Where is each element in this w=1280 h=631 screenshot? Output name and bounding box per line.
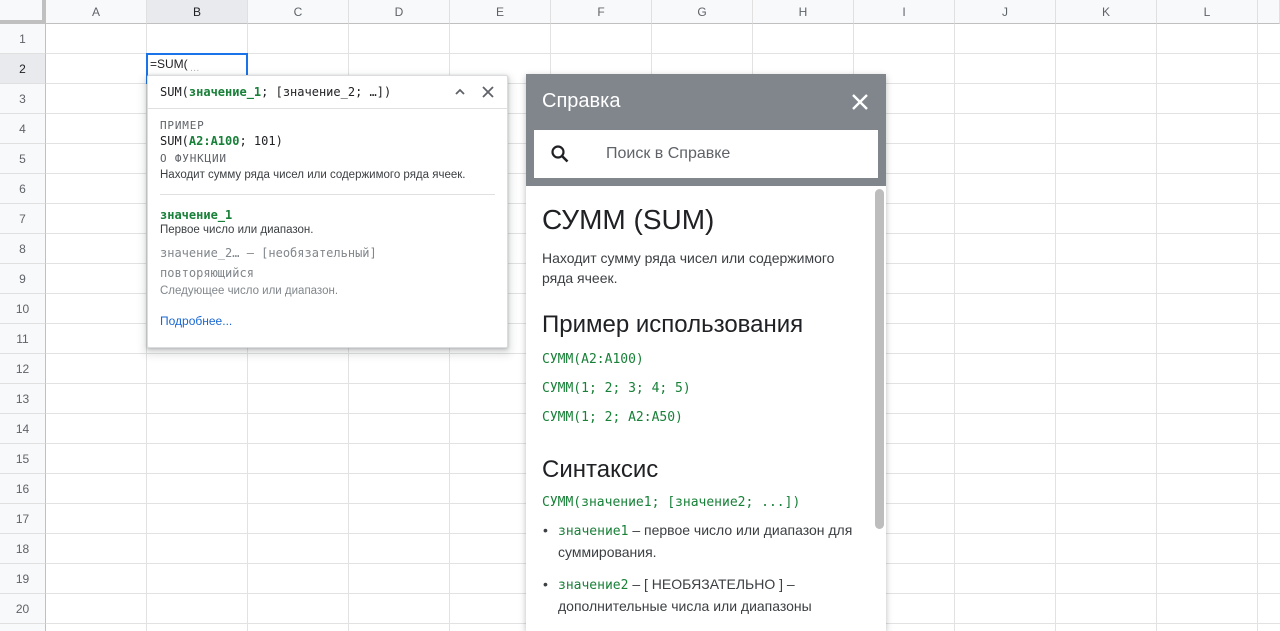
column-header-a[interactable]: A <box>46 0 147 24</box>
about-label: О ФУНКЦИИ <box>160 152 227 165</box>
arg1-desc: Первое число или диапазон. <box>160 224 314 236</box>
usage-example: СУММ(A2:A100) <box>542 352 644 367</box>
row-header-12[interactable]: 12 <box>0 354 46 384</box>
row-header-18[interactable]: 18 <box>0 534 46 564</box>
row-header-7[interactable]: 7 <box>0 204 46 234</box>
help-search-input[interactable] <box>606 145 866 163</box>
close-icon[interactable] <box>479 83 497 101</box>
row-header-11[interactable]: 11 <box>0 324 46 354</box>
column-header-next[interactable] <box>1258 0 1280 24</box>
article-title: СУММ (SUM) <box>542 204 715 235</box>
arg2-desc: Следующее число или диапазон. <box>160 285 339 297</box>
learn-more-link[interactable]: Подробнее... <box>160 314 232 328</box>
formula-helper-popup: SUM(значение_1; [значение_2; …]) ПРИМЕР … <box>147 75 508 348</box>
grid-line <box>1156 24 1157 631</box>
column-header-c[interactable]: C <box>248 0 349 24</box>
example-arg: A2:A100 <box>188 134 240 148</box>
example-func: SUM( <box>160 134 189 148</box>
cell-input-text: =SUM( <box>150 57 188 71</box>
row-header-10[interactable]: 10 <box>0 294 46 324</box>
param-name: значение2 <box>558 578 629 593</box>
help-search-box[interactable] <box>534 130 878 178</box>
row-header-14[interactable]: 14 <box>0 414 46 444</box>
usage-heading: Пример использования <box>542 311 804 338</box>
row-header-16[interactable]: 16 <box>0 474 46 504</box>
arg2-name: значение_2… – [необязательный] <box>160 246 377 260</box>
row-header-20[interactable]: 20 <box>0 594 46 624</box>
syntax-heading: Синтаксис <box>542 456 659 483</box>
select-all-corner[interactable] <box>0 0 46 24</box>
help-panel: Справка СУММ (SUM) Находит сумму ряда чи… <box>526 74 886 631</box>
param-name: значение1 <box>558 524 629 539</box>
example-label: ПРИМЕР <box>160 119 205 132</box>
row-header-21[interactable] <box>0 624 46 631</box>
scroll-thumb[interactable] <box>875 189 884 529</box>
syntax-formula: СУММ(значение1; [значение2; ...]) <box>542 495 801 510</box>
help-article: СУММ (SUM) Находит сумму ряда чисел или … <box>526 186 871 631</box>
search-icon <box>551 145 569 163</box>
row-header-19[interactable]: 19 <box>0 564 46 594</box>
row-header-3[interactable]: 3 <box>0 84 46 114</box>
formula-signature: SUM(значение_1; [значение_2; …]) <box>148 76 507 109</box>
column-header-g[interactable]: G <box>652 0 753 24</box>
signature-func: SUM( <box>160 85 189 99</box>
chevron-up-icon[interactable] <box>451 83 469 101</box>
column-header-h[interactable]: H <box>753 0 854 24</box>
column-header-b[interactable]: B <box>147 0 248 24</box>
signature-rest: ; [значение_2; …]) <box>261 85 392 99</box>
column-header-d[interactable]: D <box>349 0 450 24</box>
cell-editor[interactable]: =SUM(… <box>150 57 200 74</box>
arg2-tag: повторяющийся <box>160 266 254 280</box>
row-header-6[interactable]: 6 <box>0 174 46 204</box>
column-header-i[interactable]: I <box>854 0 955 24</box>
usage-example: СУММ(1; 2; A2:A50) <box>542 410 683 425</box>
example-rest: ; 101) <box>239 134 283 148</box>
about-text: Находит сумму ряда чисел или содержимого… <box>160 169 466 181</box>
cell-input-hint: … <box>189 63 200 74</box>
example-formula: SUM(A2:A100; 101) <box>160 134 495 148</box>
article-description: Находит сумму ряда чисел или содержимого… <box>542 250 835 286</box>
signature-arg1: значение_1 <box>188 85 262 99</box>
row-header-2[interactable]: 2 <box>0 54 46 84</box>
params-list: значение1 – первое число или диапазон дл… <box>542 520 855 616</box>
column-header-e[interactable]: E <box>450 0 551 24</box>
row-header-8[interactable]: 8 <box>0 234 46 264</box>
grid-line <box>954 24 955 631</box>
divider <box>160 194 495 195</box>
row-header-4[interactable]: 4 <box>0 114 46 144</box>
help-header: Справка <box>526 74 886 186</box>
row-header-5[interactable]: 5 <box>0 144 46 174</box>
row-header-1[interactable]: 1 <box>0 24 46 54</box>
column-header-k[interactable]: K <box>1056 0 1157 24</box>
grid-line <box>1257 24 1258 631</box>
usage-example: СУММ(1; 2; 3; 4; 5) <box>542 381 691 396</box>
help-title: Справка <box>542 90 621 112</box>
arg1-name: значение_1 <box>160 208 233 222</box>
list-item: значение2 – [ НЕОБЯЗАТЕЛЬНО ] – дополнит… <box>542 574 855 616</box>
row-header-15[interactable]: 15 <box>0 444 46 474</box>
column-header-l[interactable]: L <box>1157 0 1258 24</box>
column-header-j[interactable]: J <box>955 0 1056 24</box>
column-header-f[interactable]: F <box>551 0 652 24</box>
row-header-9[interactable]: 9 <box>0 264 46 294</box>
row-header-13[interactable]: 13 <box>0 384 46 414</box>
help-scrollbar[interactable] <box>875 189 884 629</box>
grid-line <box>1055 24 1056 631</box>
list-item: значение1 – первое число или диапазон дл… <box>542 520 855 562</box>
close-icon[interactable] <box>848 90 872 114</box>
row-header-17[interactable]: 17 <box>0 504 46 534</box>
